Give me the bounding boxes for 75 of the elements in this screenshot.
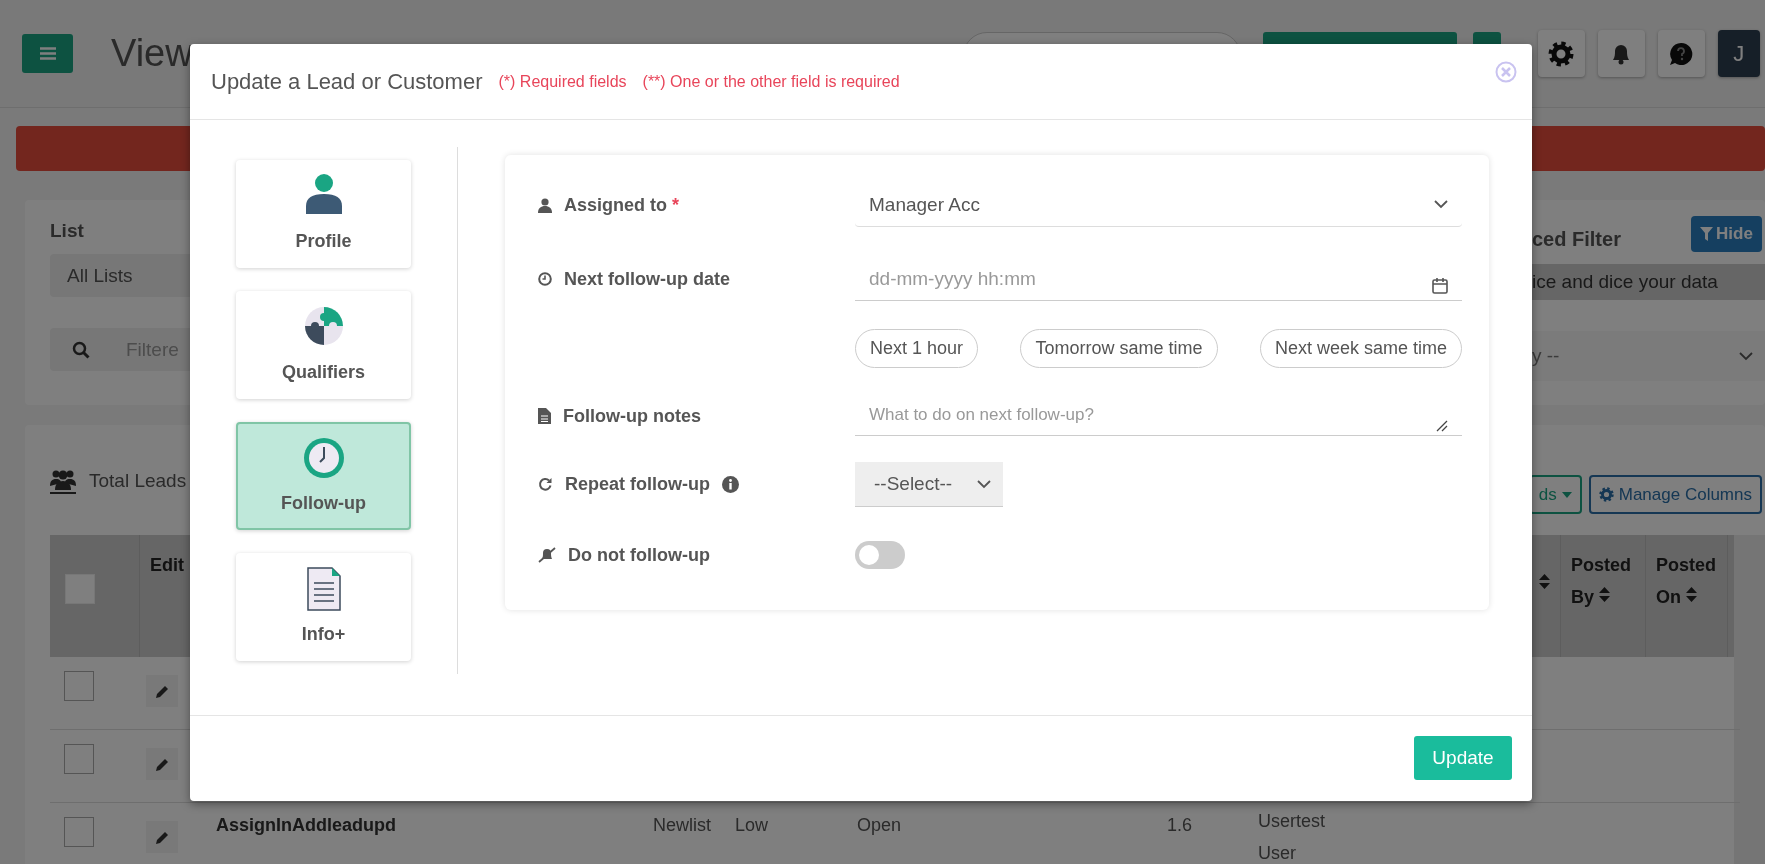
manage-columns-button[interactable]: Manage Columns xyxy=(1588,475,1762,514)
resize-grip-icon xyxy=(1436,419,1448,432)
chevron-icon xyxy=(977,479,991,489)
section-tab[interactable]: Profile xyxy=(236,160,411,268)
sort-select[interactable]: y -- xyxy=(1532,331,1765,381)
shortcut-chip[interactable]: Next week same time xyxy=(1259,329,1462,368)
users-icon xyxy=(50,468,76,494)
settings-button[interactable] xyxy=(1537,30,1585,77)
repeat-select[interactable]: --Select-- xyxy=(855,462,1003,507)
puzzle-icon xyxy=(302,305,345,347)
edit-button[interactable] xyxy=(146,821,178,853)
field-label: Do not follow-up xyxy=(568,544,710,566)
menu-button[interactable] xyxy=(22,34,73,73)
filter-hint: ice and dice your data xyxy=(1532,264,1765,300)
row-checkbox[interactable] xyxy=(64,817,94,847)
document-icon xyxy=(538,408,551,424)
clock-icon xyxy=(301,436,346,480)
row-checkbox[interactable] xyxy=(64,671,94,701)
required-note: (**) One or the other field is required xyxy=(642,72,900,91)
section-tab[interactable]: Follow-up xyxy=(236,422,411,530)
sort-icon xyxy=(1539,573,1550,590)
field-label: Assigned to * xyxy=(564,194,680,216)
document-icon xyxy=(306,567,341,611)
pencil-icon xyxy=(155,830,169,844)
pencil-icon xyxy=(155,757,169,771)
table-cell: Open xyxy=(857,815,902,835)
toggle-switch[interactable] xyxy=(855,541,905,569)
lead-name: AssignInAddleadupd xyxy=(216,815,396,835)
bell-slash-icon xyxy=(538,547,556,563)
notes-field[interactable]: What to do on next follow-up? xyxy=(855,394,1462,436)
edit-button[interactable] xyxy=(146,675,178,707)
filter-title: ced Filter xyxy=(1532,227,1621,251)
user-avatar[interactable]: J xyxy=(1717,30,1760,77)
select-all-checkbox[interactable] xyxy=(65,574,95,604)
update-button[interactable]: Update xyxy=(1414,736,1512,780)
leads-title: Total Leads xyxy=(89,470,187,492)
close-icon[interactable] xyxy=(1495,61,1517,83)
field-label: Follow-up notes xyxy=(563,405,701,427)
field-label: Next follow-up date xyxy=(564,268,730,290)
user-icon xyxy=(538,197,552,213)
table-cell: Newlist xyxy=(653,815,711,835)
row-checkbox[interactable] xyxy=(64,744,94,774)
column-header[interactable]: Edit xyxy=(150,549,184,581)
edit-button[interactable] xyxy=(146,748,178,780)
refresh-icon xyxy=(538,476,553,492)
scrollbar[interactable] xyxy=(1734,535,1765,864)
required-note: (*) Required fields xyxy=(498,72,627,91)
section-tab[interactable]: Info+ xyxy=(236,553,411,661)
hide-button[interactable]: Hide xyxy=(1691,216,1762,252)
menu-icon xyxy=(39,47,56,60)
clock-icon xyxy=(538,272,552,286)
search-icon xyxy=(72,340,90,359)
filter-icon xyxy=(1700,227,1714,241)
field-label: Repeat follow-up xyxy=(565,473,710,495)
pencil-icon xyxy=(155,684,169,698)
list-label: List xyxy=(50,220,84,242)
gear-icon xyxy=(1598,487,1614,502)
caret-icon xyxy=(1561,491,1572,498)
bell-icon xyxy=(1611,42,1632,65)
modal-title: Update a Lead or Customer xyxy=(211,68,483,95)
shortcut-chip[interactable]: Tomorrow same time xyxy=(1020,329,1218,368)
table-cell-text: Usertest User xyxy=(1258,810,1327,864)
date-field[interactable]: dd-mm-yyyy hh:mm xyxy=(855,257,1462,301)
help-icon xyxy=(1669,41,1694,66)
chevron-icon xyxy=(1434,200,1448,209)
notifications-button[interactable] xyxy=(1597,30,1645,77)
section-tab[interactable]: Qualifiers xyxy=(236,291,411,399)
chevron-icon xyxy=(1739,351,1753,361)
calendar-icon xyxy=(1432,277,1448,294)
settings-icon xyxy=(1548,40,1575,67)
shortcut-chip[interactable]: Next 1 hour xyxy=(855,329,979,368)
info-icon xyxy=(722,475,739,493)
table-cell: 1.6 xyxy=(1167,815,1193,835)
help-button[interactable] xyxy=(1657,30,1705,77)
table-cell: Low xyxy=(735,815,769,835)
